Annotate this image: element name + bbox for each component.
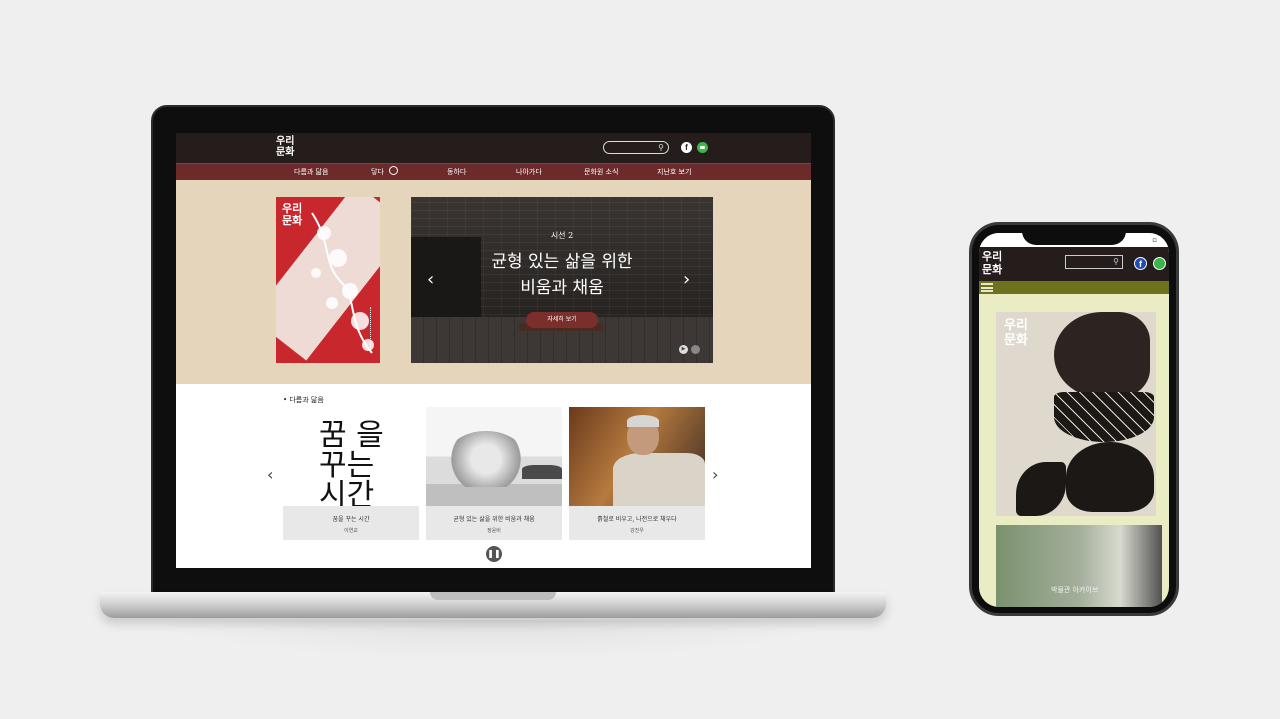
slide-title-line-2: 비움과 채움 <box>520 278 604 298</box>
nav-item-4[interactable]: 나아가다 <box>516 167 542 177</box>
laptop-shadow <box>152 620 836 660</box>
play-icon[interactable]: ▶ <box>679 345 688 354</box>
vine-illustration <box>311 212 374 354</box>
logo-line-1: 우리 <box>276 136 295 147</box>
nav-item-1[interactable]: 다름과 닮음 <box>294 167 328 177</box>
card-caption: 꿈을 꾸는 시간 이연교 <box>283 506 419 540</box>
line-icon[interactable] <box>1153 257 1166 270</box>
facebook-icon[interactable]: f <box>681 142 692 153</box>
snow-tree <box>446 431 526 487</box>
pause-icon[interactable]: ❚❚ <box>486 546 502 562</box>
mobile-logo[interactable]: 우리 문화 <box>982 250 1002 276</box>
mobile-cover-title-line-2: 문화 <box>1004 333 1028 348</box>
chevron-left-icon[interactable]: ‹ <box>427 271 434 289</box>
hero-slider[interactable]: 시선 2 균형 있는 삶을 위한 비움과 채움 자세히 보기 ‹ › ▶ <box>411 197 713 363</box>
cover-side-text <box>370 307 375 347</box>
logo-line-2: 문화 <box>276 147 295 158</box>
nav-item-5[interactable]: 문화원 소식 <box>584 167 618 177</box>
section-title: • 다름과 닮음 <box>283 396 324 404</box>
bird-illustration <box>1054 312 1150 398</box>
artisan-hair <box>627 415 659 427</box>
card-title: 균형 있는 삶을 위한 비움과 채움 <box>453 516 535 523</box>
cover-title-line-2: 문화 <box>282 214 303 227</box>
slide-title: 균형 있는 삶을 위한 비움과 채움 <box>411 249 713 301</box>
card-next-icon[interactable]: › <box>712 467 718 483</box>
card-title: 흙철로 비우고, 나전으로 채우다 <box>597 516 677 523</box>
card-image <box>569 407 705 506</box>
card-caption: 흙철로 비우고, 나전으로 채우다 강진우 <box>569 506 705 540</box>
card-image <box>426 407 562 506</box>
nav-item-2[interactable]: 닿다 <box>371 167 384 177</box>
search-icon[interactable]: ⚲ <box>658 143 664 152</box>
mobile-search-input[interactable]: ⚲ <box>1065 255 1123 269</box>
article-card[interactable]: 꿈 을 꾸는 시간 꿈을 꾸는 시간 이연교 <box>283 407 419 540</box>
bowl-illustration <box>1054 392 1154 442</box>
phone-notch <box>1022 225 1126 245</box>
slide-indicator[interactable] <box>691 345 700 354</box>
mobile-cover-title-line-1: 우리 <box>1004 318 1028 333</box>
mobile-header: 우리 문화 ⚲ f <box>979 247 1169 281</box>
leaf-illustration <box>1016 462 1066 516</box>
slide-kicker: 시선 2 <box>550 231 574 240</box>
line-icon[interactable] <box>697 142 708 153</box>
card-author: 정윤비 <box>487 528 501 534</box>
article-card[interactable]: 균형 있는 삶을 위한 비움과 채움 정윤비 <box>426 407 562 540</box>
cover-title: 우리 문화 <box>282 203 302 227</box>
card-author: 이연교 <box>344 528 358 534</box>
mobile-article-card[interactable]: 박물관 아카이브 <box>996 525 1162 607</box>
artisan-body <box>613 453 705 506</box>
nav-badge-icon <box>389 166 398 175</box>
mobile-screen: ▫ 우리 문화 ⚲ f 우리 문화 박물관 아카이브 <box>979 233 1169 607</box>
mobile-cover-title: 우리 문화 <box>1004 318 1028 348</box>
mobile-logo-line-1: 우리 <box>982 250 1003 263</box>
card-prev-icon[interactable]: ‹ <box>267 467 273 483</box>
mobile-logo-line-2: 문화 <box>982 263 1003 276</box>
hamburger-menu-icon[interactable] <box>981 283 993 292</box>
card-title: 꿈을 꾸는 시간 <box>332 516 370 523</box>
mobile-nav-bar <box>979 281 1169 294</box>
hanok-roof <box>522 465 562 479</box>
search-input[interactable]: ⚲ <box>603 141 669 154</box>
card-author: 강진우 <box>630 528 644 534</box>
main-nav: 다름과 닮음 닿다 동하다 나아가다 문화원 소식 지난호 보기 <box>176 163 811 180</box>
mobile-cover-card[interactable]: 우리 문화 <box>996 312 1156 516</box>
nav-item-3[interactable]: 동하다 <box>447 167 466 177</box>
site-header: 우리 문화 ⚲ f <box>176 133 811 163</box>
laptop-notch <box>430 592 556 600</box>
card-image: 꿈 을 꾸는 시간 <box>283 407 419 507</box>
magazine-cover[interactable]: 우리 문화 <box>276 197 380 363</box>
lotus-illustration <box>1066 442 1154 512</box>
card-caption: 균형 있는 삶을 위한 비움과 채움 정윤비 <box>426 506 562 540</box>
nav-item-6[interactable]: 지난호 보기 <box>657 167 691 177</box>
site-logo[interactable]: 우리 문화 <box>276 136 306 158</box>
calligraphy-image-text: 꿈 을 꾸는 시간 <box>319 418 384 507</box>
read-more-button[interactable]: 자세히 보기 <box>526 312 598 328</box>
battery-icon: ▫ <box>1152 236 1157 244</box>
mobile-card-text: 박물관 아카이브 <box>1051 586 1099 594</box>
article-card[interactable]: 흙철로 비우고, 나전으로 채우다 강진우 <box>569 407 705 540</box>
slide-title-line-1: 균형 있는 삶을 위한 <box>491 252 633 272</box>
desktop-screen: 우리 문화 ⚲ f 다름과 닮음 닿다 동하다 나아가다 문화원 소식 지난호 … <box>176 133 811 568</box>
chevron-right-icon[interactable]: › <box>683 271 690 289</box>
search-icon[interactable]: ⚲ <box>1113 257 1119 267</box>
facebook-icon[interactable]: f <box>1134 257 1147 270</box>
